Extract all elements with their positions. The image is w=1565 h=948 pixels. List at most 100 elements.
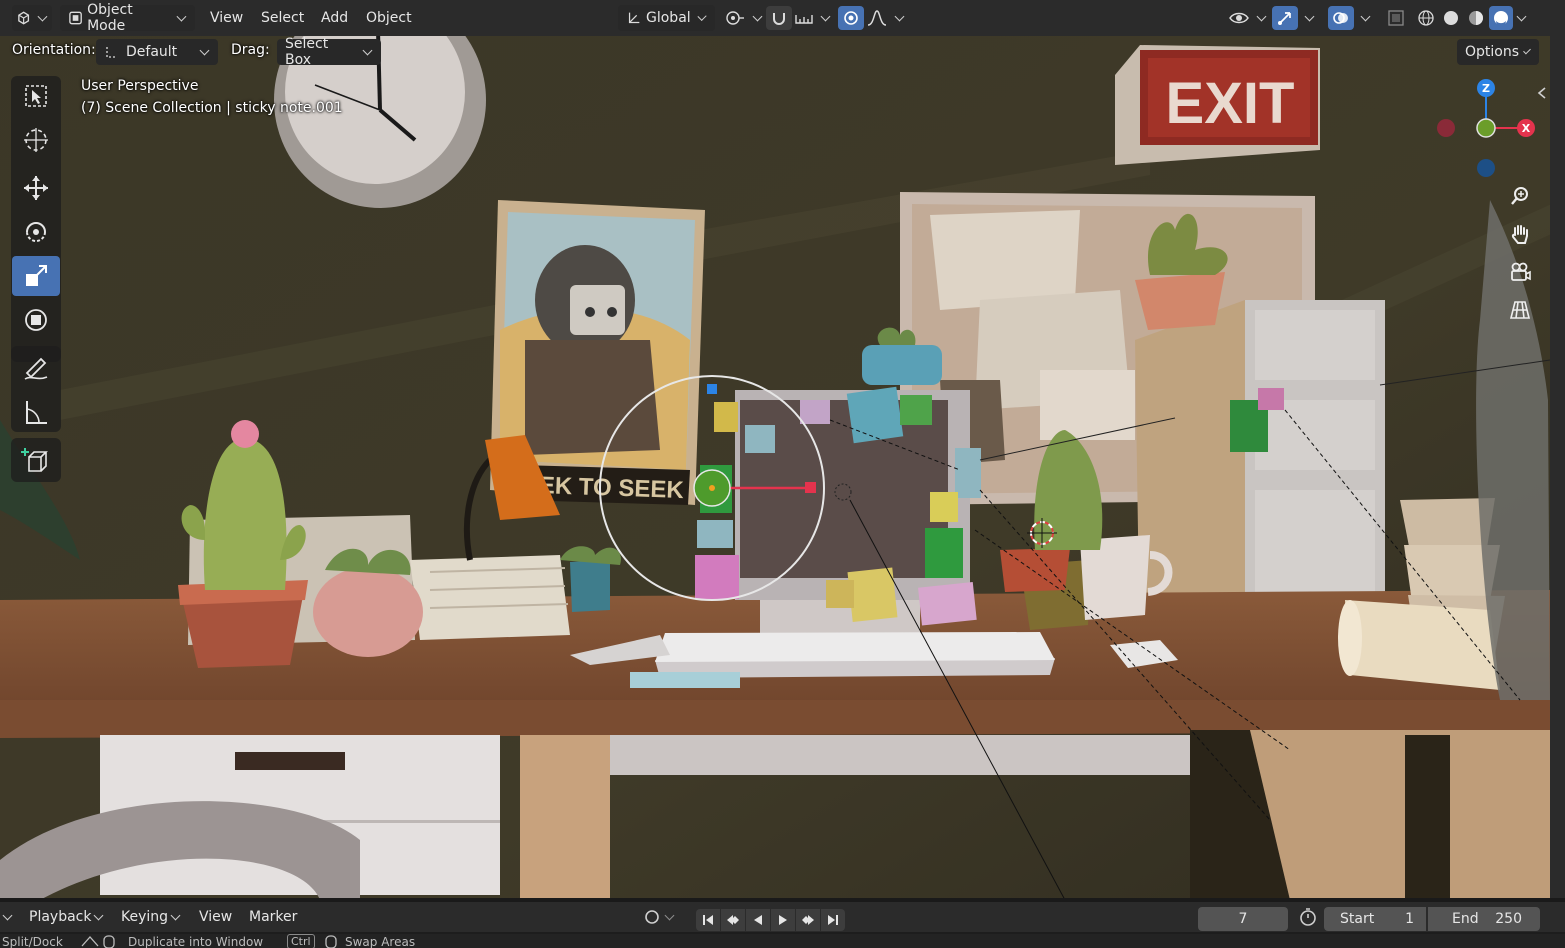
proportional-editing-toggle[interactable]	[838, 5, 864, 31]
y-axis-ball[interactable]	[1476, 118, 1496, 138]
rendered-shading-button[interactable]	[1489, 6, 1513, 30]
drag-value: Select Box	[285, 36, 329, 68]
status-split-dock: Split/Dock	[2, 935, 63, 948]
pan-button[interactable]	[1504, 218, 1536, 250]
marker-menu[interactable]: Marker	[249, 904, 297, 930]
stopwatch-icon	[1300, 908, 1316, 926]
neg-z-axis-ball[interactable]	[1477, 159, 1495, 177]
material-shading-button[interactable]	[1464, 6, 1488, 30]
end-label: End	[1452, 911, 1479, 927]
status-swap-areas: Swap Areas	[345, 935, 416, 948]
playback-menu[interactable]: Playback	[29, 904, 104, 930]
shading-buttons	[1414, 5, 1527, 31]
timeline-view-menu[interactable]: View	[199, 904, 232, 930]
pivot-icon	[726, 11, 744, 25]
jump-start-icon	[703, 915, 713, 925]
overlays-icon	[1328, 6, 1354, 30]
scale-tool[interactable]	[12, 256, 60, 296]
record-icon	[645, 910, 659, 924]
play-button[interactable]	[771, 909, 795, 931]
rotate-tool[interactable]	[12, 212, 60, 252]
cursor-icon	[24, 128, 48, 152]
measure-tool[interactable]	[12, 392, 60, 432]
prev-keyframe-icon	[727, 915, 739, 925]
pencil-icon	[24, 357, 48, 380]
menu-object[interactable]: Object	[366, 5, 412, 31]
editor-type-dropdown[interactable]	[12, 5, 52, 31]
x-axis-handle[interactable]	[805, 482, 816, 493]
menu-add[interactable]: Add	[321, 5, 348, 31]
options-dropdown[interactable]: Options	[1457, 39, 1539, 65]
gizmo-icon	[1272, 6, 1298, 30]
keying-menu[interactable]: Keying	[121, 904, 181, 930]
wireframe-shading-button[interactable]	[1414, 6, 1438, 30]
end-frame-field[interactable]: End 250	[1428, 907, 1540, 931]
orientation-label: Orientation:	[12, 42, 96, 58]
next-keyframe-button[interactable]	[796, 909, 820, 931]
navigation-gizmo[interactable]: Z X	[1430, 76, 1540, 186]
status-bar: Split/Dock Duplicate into Window Ctrl Sw…	[0, 934, 1565, 948]
z-axis-handle[interactable]	[707, 384, 717, 394]
select-box-tool[interactable]	[12, 76, 60, 116]
drag-dropdown[interactable]: Select Box	[277, 36, 381, 68]
3d-viewport[interactable]: EXIT SEEK TO SEEK Orientation: Default D…	[0, 36, 1550, 898]
chevron-down-icon	[894, 11, 905, 21]
play-reverse-icon	[754, 915, 762, 925]
chevron-down-icon	[176, 11, 187, 21]
falloff-dropdown[interactable]	[866, 5, 905, 31]
chevron-down-icon	[820, 11, 831, 21]
options-label: Options	[1465, 44, 1520, 60]
cursor-tool[interactable]	[12, 120, 60, 160]
editor-collapse[interactable]	[0, 904, 13, 930]
chevron-down-icon	[94, 910, 104, 920]
snap-toggle[interactable]	[766, 5, 792, 31]
use-preview-range-toggle[interactable]	[1297, 904, 1319, 930]
add-cube-tool[interactable]	[12, 440, 60, 480]
ruler-icon	[26, 401, 47, 424]
perspective-toggle-button[interactable]	[1504, 294, 1536, 326]
current-frame-field[interactable]: 7	[1198, 907, 1288, 931]
solid-sphere-icon	[1444, 11, 1458, 25]
start-frame-field[interactable]: Start 1	[1324, 907, 1426, 931]
snap-target-dropdown[interactable]	[794, 5, 831, 31]
sidebar-toggle-icon[interactable]	[1536, 86, 1548, 100]
rendered-sphere-icon	[1494, 11, 1508, 26]
chevron-down-icon	[199, 45, 210, 55]
gizmo-toggle[interactable]	[1272, 5, 1315, 31]
solid-shading-button[interactable]	[1439, 6, 1463, 30]
mouse-icon	[322, 934, 342, 948]
xray-toggle[interactable]	[1386, 5, 1406, 31]
object-mode-icon	[69, 11, 82, 25]
transform-orientation-dropdown[interactable]: Global	[618, 5, 715, 31]
mode-label: Object Mode	[87, 2, 133, 34]
properties-edge[interactable]	[1550, 36, 1565, 898]
menu-view[interactable]: View	[210, 5, 243, 31]
play-reverse-button[interactable]	[746, 909, 770, 931]
chevron-down-icon[interactable]	[1516, 11, 1527, 21]
camera-view-button[interactable]	[1504, 256, 1536, 288]
visibility-dropdown[interactable]	[1228, 5, 1267, 31]
neg-x-axis-ball[interactable]	[1437, 119, 1455, 137]
annotate-tool[interactable]	[12, 348, 60, 388]
exit-sign: EXIT	[1115, 45, 1320, 165]
jump-end-button[interactable]	[821, 909, 845, 931]
move-tool[interactable]	[12, 168, 60, 208]
snap-increment-icon	[795, 15, 813, 24]
orientation-dropdown[interactable]: Default	[96, 39, 218, 65]
menu-select[interactable]: Select	[261, 5, 304, 31]
pink-succulent	[313, 548, 423, 657]
jump-end-icon	[828, 915, 838, 925]
end-value: 250	[1495, 911, 1522, 927]
zoom-button[interactable]	[1504, 180, 1536, 212]
ctrl-key-badge: Ctrl	[287, 934, 315, 948]
orientation-icon	[106, 47, 117, 58]
mode-dropdown[interactable]: Object Mode	[60, 2, 195, 34]
transform-tool[interactable]	[12, 300, 60, 340]
jump-start-button[interactable]	[696, 909, 720, 931]
overlays-toggle[interactable]	[1328, 5, 1371, 31]
auto-keying-toggle[interactable]	[642, 904, 675, 930]
prev-keyframe-button[interactable]	[721, 909, 745, 931]
grid-perspective-icon	[1509, 301, 1531, 319]
pivot-point-dropdown[interactable]	[724, 5, 763, 31]
mouse-icon	[80, 934, 120, 948]
